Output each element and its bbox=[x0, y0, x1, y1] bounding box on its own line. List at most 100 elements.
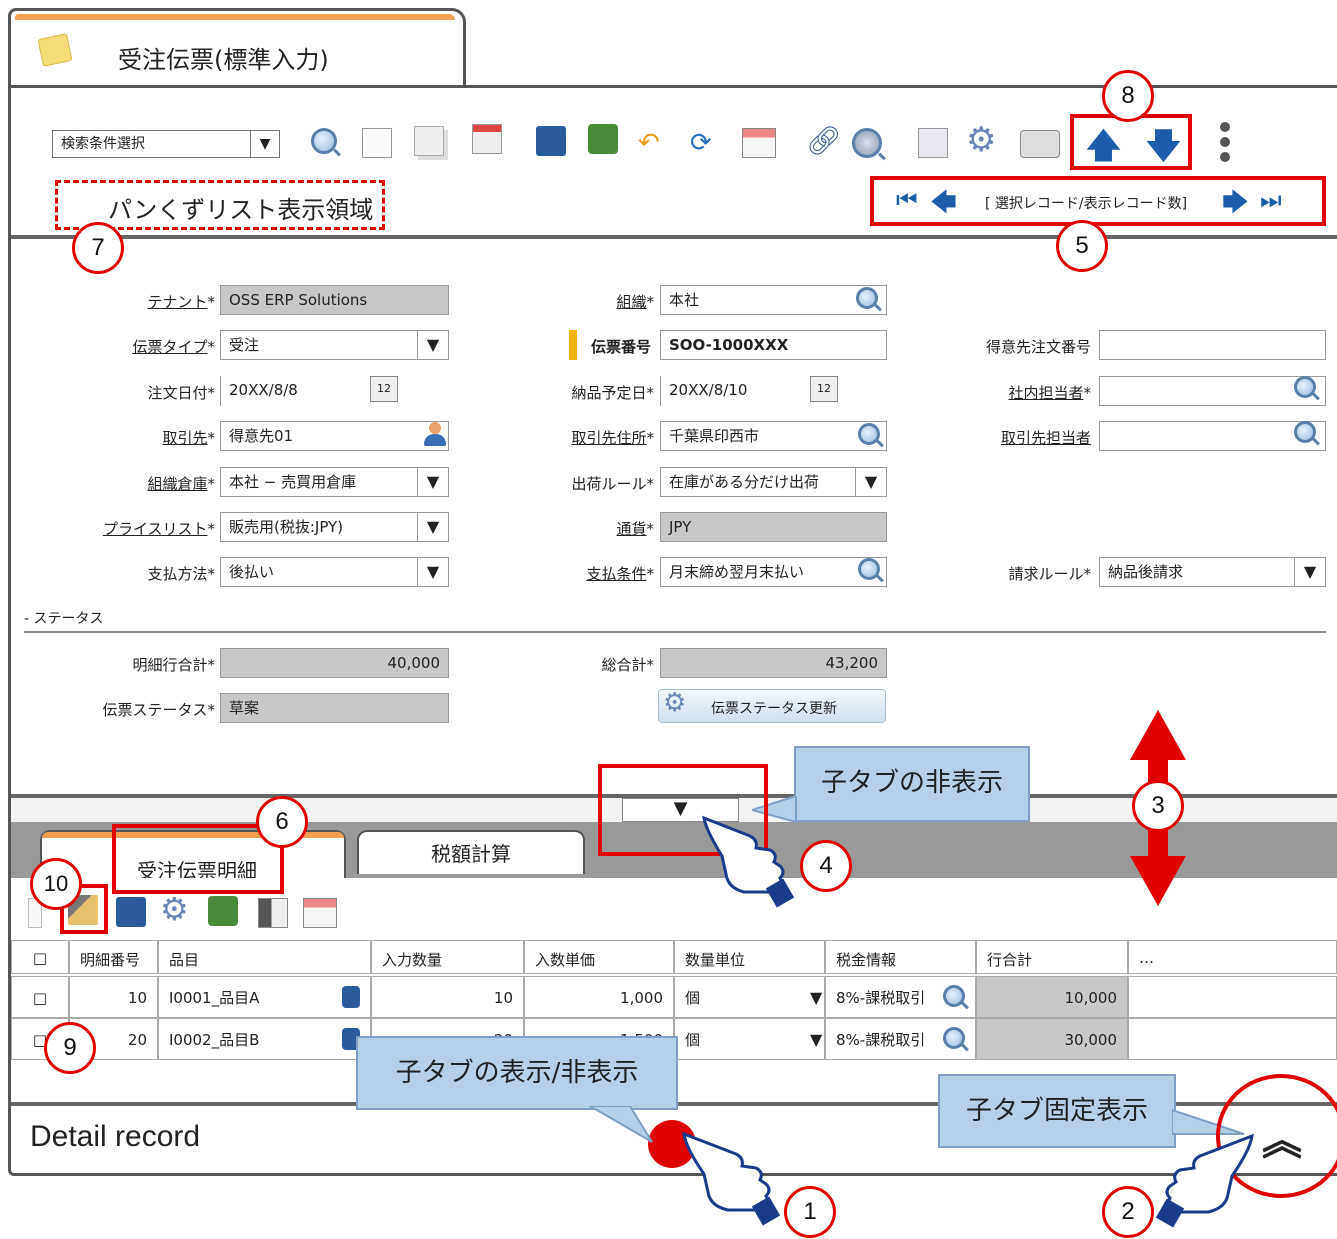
callout-pointer bbox=[588, 1106, 653, 1143]
marker-9: 9 bbox=[44, 1022, 96, 1074]
more-menu-icon[interactable] bbox=[1220, 122, 1230, 162]
grid-toggle-icon[interactable] bbox=[742, 128, 776, 158]
multi-select-icon[interactable] bbox=[258, 898, 288, 928]
save-icon[interactable] bbox=[536, 126, 566, 156]
gear-icon: ⚙ bbox=[663, 688, 687, 718]
bpcontact-search-icon[interactable] bbox=[1294, 421, 1316, 443]
currency-field[interactable]: JPY bbox=[660, 512, 887, 542]
grid-cell-uom[interactable]: 個 bbox=[674, 976, 825, 1018]
org-search-icon[interactable] bbox=[856, 287, 878, 309]
bpartner-field[interactable]: 得意先01 bbox=[220, 421, 449, 451]
print-icon[interactable] bbox=[1020, 130, 1060, 158]
warehouse-select[interactable]: 本社 − 売買用倉庫 ▼ bbox=[220, 467, 449, 497]
docno-field[interactable]: SOO-1000XXX bbox=[660, 330, 887, 360]
grid-cell-uom[interactable]: 個 bbox=[674, 1018, 825, 1060]
salesrep-field[interactable] bbox=[1099, 376, 1326, 406]
grid-cell-extra bbox=[1128, 1018, 1337, 1060]
grid-cell-check[interactable]: □ bbox=[11, 976, 69, 1018]
grid-header-cell[interactable]: 入力数量 bbox=[371, 940, 524, 974]
detail-copy-icon[interactable] bbox=[472, 124, 502, 154]
tab-tax-calc[interactable]: 税額計算 bbox=[357, 830, 585, 874]
bpaddr-search-icon[interactable] bbox=[858, 423, 880, 445]
grid-cell-item[interactable]: I0002_品目B bbox=[158, 1018, 371, 1060]
grid-header-cell[interactable]: … bbox=[1128, 940, 1337, 974]
prev-record-icon[interactable]: 🡄 bbox=[930, 184, 957, 228]
product-icon[interactable] bbox=[342, 986, 360, 1008]
pricelist-select[interactable]: 販売用(税抜:JPY) ▼ bbox=[220, 512, 449, 542]
refresh-icon[interactable]: ⟳ bbox=[690, 128, 712, 158]
undo-icon[interactable]: ↶ bbox=[638, 128, 660, 158]
bpartner-label: 取引先* bbox=[162, 429, 215, 447]
bpartner-value: 得意先01 bbox=[229, 427, 294, 445]
status-update-button[interactable]: ⚙ 伝票ステータス更新 bbox=[658, 688, 886, 723]
person-icon[interactable] bbox=[424, 422, 446, 448]
grid-header-cell[interactable]: 入数単価 bbox=[524, 940, 674, 974]
attachment-icon[interactable]: 🔗︎ bbox=[806, 124, 842, 157]
report-icon[interactable] bbox=[918, 128, 948, 158]
grid-header-cell[interactable]: □ bbox=[11, 940, 69, 974]
chevron-down-icon: ▼ bbox=[417, 331, 448, 359]
calendar-icon[interactable]: 12 bbox=[370, 376, 398, 402]
chevron-down-icon[interactable]: ▼ bbox=[810, 988, 822, 1007]
search-icon[interactable] bbox=[311, 128, 337, 154]
zoom-across-icon[interactable] bbox=[852, 128, 882, 158]
gear-icon[interactable]: ⚙ bbox=[160, 890, 189, 928]
grid-cell-qty[interactable]: 10 bbox=[371, 976, 524, 1018]
marker-4: 4 bbox=[800, 840, 852, 892]
grid-cell-price[interactable]: 1,000 bbox=[524, 976, 674, 1018]
paymethod-label: 支払方法* bbox=[147, 565, 215, 583]
gear-icon[interactable]: ⚙ bbox=[966, 120, 996, 160]
salesrep-search-icon[interactable] bbox=[1294, 376, 1316, 398]
tax-search-icon[interactable] bbox=[943, 985, 965, 1007]
tax-search-icon[interactable] bbox=[943, 1027, 965, 1049]
pointing-hand-icon bbox=[682, 1131, 781, 1226]
delivdate-field[interactable]: 20XX/8/10 bbox=[660, 376, 800, 406]
shiprule-select[interactable]: 在庫がある分だけ出荷 ▼ bbox=[660, 467, 887, 497]
grid-header-cell[interactable]: 明細番号 bbox=[69, 940, 158, 974]
calendar-icon[interactable]: 12 bbox=[810, 376, 838, 402]
chevron-down-icon[interactable]: ▼ bbox=[810, 1030, 822, 1049]
pointing-hand-icon bbox=[1155, 1133, 1254, 1228]
pointing-hand-icon bbox=[702, 815, 795, 908]
delete-icon[interactable] bbox=[208, 896, 238, 926]
search-condition-select[interactable]: 検索条件選択 ▼ bbox=[52, 130, 280, 158]
marker-10: 10 bbox=[30, 858, 82, 910]
tenant-field[interactable]: OSS ERP Solutions bbox=[220, 285, 449, 315]
grid-header-cell[interactable]: 税金情報 bbox=[825, 940, 976, 974]
callout-hide-child: 子タブの非表示 bbox=[794, 746, 1030, 822]
first-record-icon[interactable]: ⏮ bbox=[896, 186, 918, 214]
breadcrumb-label: パンくずリスト表示領域 bbox=[108, 196, 374, 224]
bpaddr-field[interactable]: 千葉県印西市 bbox=[660, 421, 887, 451]
grid-header-cell[interactable]: 品目 bbox=[158, 940, 371, 974]
save-icon[interactable] bbox=[116, 897, 146, 927]
custorder-field[interactable] bbox=[1099, 330, 1326, 360]
grid-cell-total[interactable]: 30,000 bbox=[976, 1018, 1128, 1060]
payterm-field[interactable]: 月末締め翌月末払い bbox=[660, 557, 887, 587]
doctype-select[interactable]: 受注 ▼ bbox=[220, 330, 449, 360]
last-record-icon[interactable]: ⏭ bbox=[1260, 186, 1282, 214]
grid-toggle-icon[interactable] bbox=[303, 898, 337, 928]
delete-icon[interactable] bbox=[588, 124, 618, 154]
grid-header-cell[interactable]: 行合計 bbox=[976, 940, 1128, 974]
status-section-title[interactable]: - ステータス bbox=[24, 608, 104, 628]
bpaddr-value: 千葉県印西市 bbox=[669, 427, 760, 445]
grid-cell-total[interactable]: 10,000 bbox=[976, 976, 1128, 1018]
paymethod-select[interactable]: 後払い ▼ bbox=[220, 557, 449, 587]
marker-1: 1 bbox=[784, 1186, 836, 1238]
org-value: 本社 bbox=[669, 291, 700, 309]
grid-cell-item[interactable]: I0001_品目A bbox=[158, 976, 371, 1018]
new-record-icon[interactable] bbox=[362, 128, 392, 158]
bpcontact-field[interactable] bbox=[1099, 421, 1326, 451]
warehouse-label: 組織倉庫* bbox=[147, 475, 215, 493]
copy-record-icon[interactable] bbox=[414, 126, 444, 156]
callout-toggle-child: 子タブの表示/非表示 bbox=[356, 1036, 678, 1110]
orderdate-field[interactable]: 20XX/8/8 bbox=[220, 376, 360, 406]
next-record-icon[interactable]: 🡆 bbox=[1222, 184, 1249, 228]
grid-cell-lineno[interactable]: 10 bbox=[69, 976, 158, 1018]
tab-tax-calc-label: 税額計算 bbox=[431, 842, 511, 866]
invrule-select[interactable]: 納品後請求 ▼ bbox=[1099, 557, 1326, 587]
payterm-search-icon[interactable] bbox=[858, 558, 880, 580]
org-field[interactable]: 本社 bbox=[660, 285, 887, 315]
payterm-value: 月末締め翌月末払い bbox=[669, 563, 805, 581]
grid-header-cell[interactable]: 数量単位 bbox=[674, 940, 825, 974]
